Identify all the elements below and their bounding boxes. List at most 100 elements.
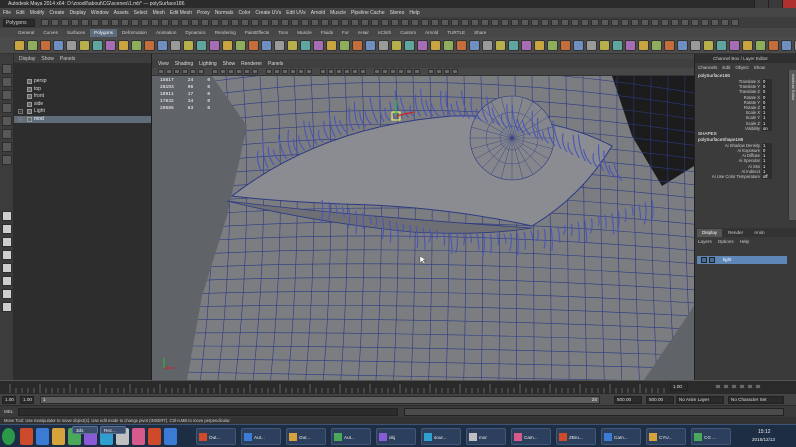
shelf-tab-custom[interactable]: Custom xyxy=(396,29,420,37)
status-tool-icon[interactable] xyxy=(241,19,249,26)
viewport-toolbar-icon[interactable] xyxy=(374,69,380,74)
clock-date[interactable]: 2015/12/13 xyxy=(752,437,775,442)
shelf-tool-icon[interactable] xyxy=(40,39,51,51)
status-tool-icon[interactable] xyxy=(541,19,549,26)
layer-menu-help[interactable]: Help xyxy=(740,239,749,244)
status-tool-icon[interactable] xyxy=(181,19,189,26)
menu-edit-mesh[interactable]: Edit Mesh xyxy=(170,10,192,16)
taskbar-pinned-icon[interactable] xyxy=(148,428,161,445)
shelf-tool-icon[interactable] xyxy=(625,39,636,51)
shelf-tab-turtle[interactable]: TURTLE xyxy=(443,29,469,37)
layer-tab-anim[interactable]: Anim xyxy=(749,229,769,237)
menu-assets[interactable]: Assets xyxy=(114,10,129,16)
layout-single-icon[interactable] xyxy=(1,211,12,221)
shelf-tool-icon[interactable] xyxy=(79,39,90,51)
taskbar-app-button[interactable]: Out... xyxy=(196,428,236,445)
viewport-toolbar-icon[interactable] xyxy=(236,69,242,74)
status-tool-icon[interactable] xyxy=(271,19,279,26)
status-tool-icon[interactable] xyxy=(601,19,609,26)
shelf-tool-icon[interactable] xyxy=(521,39,532,51)
shelf-tool-icon[interactable] xyxy=(651,39,662,51)
shelf-tool-icon[interactable] xyxy=(703,39,714,51)
viewport-toolbar-icon[interactable] xyxy=(212,69,218,74)
shelf-tool-icon[interactable] xyxy=(742,39,753,51)
shelf-tool-icon[interactable] xyxy=(118,39,129,51)
layer-tab-display[interactable]: Display xyxy=(697,228,723,237)
menu-normals[interactable]: Normals xyxy=(215,10,234,16)
shelf-tool-icon[interactable] xyxy=(586,39,597,51)
shelf-tool-icon[interactable] xyxy=(456,39,467,51)
layout-persp-outliner-icon[interactable] xyxy=(1,250,12,260)
shelf-tool-icon[interactable] xyxy=(131,39,142,51)
taskbar-pinned-icon[interactable] xyxy=(20,428,33,445)
status-tool-icon[interactable] xyxy=(411,19,419,26)
viewport-toolbar-icon[interactable] xyxy=(252,69,258,74)
status-tool-icon[interactable] xyxy=(711,19,719,26)
status-tool-icon[interactable] xyxy=(401,19,409,26)
shelf-tool-icon[interactable] xyxy=(599,39,610,51)
shelf-tab-arnold[interactable]: Arnold xyxy=(421,29,442,37)
status-tool-icon[interactable] xyxy=(701,19,709,26)
shelf-tool-icon[interactable] xyxy=(326,39,337,51)
status-tool-icon[interactable] xyxy=(651,19,659,26)
shelf-tab-ncloth[interactable]: nCloth xyxy=(374,29,395,37)
status-tool-icon[interactable] xyxy=(611,19,619,26)
menu-create-uvs[interactable]: Create UVs xyxy=(255,10,281,16)
status-tool-icon[interactable] xyxy=(591,19,599,26)
menu-window[interactable]: Window xyxy=(91,10,109,16)
layout-graph-icon[interactable] xyxy=(1,263,12,273)
viewport-menu-panels[interactable]: Panels xyxy=(268,61,283,67)
minimize-button[interactable] xyxy=(754,0,768,8)
shelf-tool-icon[interactable] xyxy=(287,39,298,51)
layer-visibility-toggle[interactable] xyxy=(701,257,707,263)
shelf-tool-icon[interactable] xyxy=(534,39,545,51)
status-tool-icon[interactable] xyxy=(61,19,69,26)
status-tool-icon[interactable] xyxy=(101,19,109,26)
shelf-tool-icon[interactable] xyxy=(417,39,428,51)
move-tool-icon[interactable] xyxy=(1,103,12,113)
viewport-toolbar-icon[interactable] xyxy=(166,69,172,74)
shelf-tool-icon[interactable] xyxy=(14,39,25,51)
shelf-tool-icon[interactable] xyxy=(365,39,376,51)
viewport-menu-renderer[interactable]: Renderer xyxy=(241,61,262,67)
viewport-toolbar-icon[interactable] xyxy=(174,69,180,74)
status-tool-icon[interactable] xyxy=(371,19,379,26)
shelf-tool-icon[interactable] xyxy=(404,39,415,51)
viewport-toolbar-icon[interactable] xyxy=(182,69,188,74)
maximize-button[interactable] xyxy=(768,0,782,8)
shelf-tool-icon[interactable] xyxy=(612,39,623,51)
viewport-toolbar-icon[interactable] xyxy=(220,69,226,74)
status-tool-icon[interactable] xyxy=(381,19,389,26)
layout-render-icon[interactable] xyxy=(1,302,12,312)
status-tool-icon[interactable] xyxy=(311,19,319,26)
status-tool-icon[interactable] xyxy=(421,19,429,26)
viewport-menu-view[interactable]: View xyxy=(158,61,169,67)
shelf-tab-toon[interactable]: Toon xyxy=(274,29,292,37)
status-tool-icon[interactable] xyxy=(211,19,219,26)
shelf-tool-icon[interactable] xyxy=(508,39,519,51)
viewport-toolbar-icon[interactable] xyxy=(382,69,388,74)
layout-hypershade-icon[interactable] xyxy=(1,276,12,286)
select-tool-icon[interactable] xyxy=(1,64,12,74)
shelf-tool-icon[interactable] xyxy=(300,39,311,51)
manipulator-icon[interactable] xyxy=(1,142,12,152)
shelf-tool-icon[interactable] xyxy=(144,39,155,51)
menu-edit-uvs[interactable]: Edit UVs xyxy=(286,10,305,16)
shelf-tool-icon[interactable] xyxy=(274,39,285,51)
shelf-tool-icon[interactable] xyxy=(781,39,792,51)
shelf-tab-rendering[interactable]: Rendering xyxy=(211,29,240,37)
shelf-tool-icon[interactable] xyxy=(170,39,181,51)
status-tool-icon[interactable] xyxy=(41,19,49,26)
inner-start-field[interactable]: 1.00 xyxy=(20,396,34,404)
taskbar-window-button[interactable]: 3ds xyxy=(72,426,98,434)
viewport-toolbar-icon[interactable] xyxy=(414,69,420,74)
go-to-end-button[interactable] xyxy=(755,384,761,389)
layout-side-icon[interactable] xyxy=(1,237,12,247)
shelf-tool-icon[interactable] xyxy=(664,39,675,51)
shelf-tool-icon[interactable] xyxy=(716,39,727,51)
shelf-tool-icon[interactable] xyxy=(378,39,389,51)
status-tool-icon[interactable] xyxy=(471,19,479,26)
status-tool-icon[interactable] xyxy=(161,19,169,26)
viewport-toolbar-icon[interactable] xyxy=(274,69,280,74)
status-tool-icon[interactable] xyxy=(91,19,99,26)
